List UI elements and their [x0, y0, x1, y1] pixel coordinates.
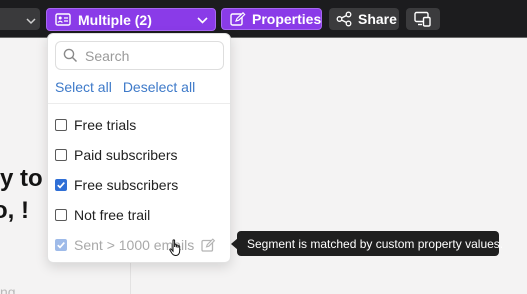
checkbox[interactable] [55, 209, 67, 221]
properties-label: Properties [252, 11, 322, 27]
id-card-icon [55, 13, 71, 26]
search-icon [63, 48, 78, 63]
search-box [55, 41, 224, 70]
segment-dropdown-panel: Select all Deselect all Free trials Paid … [47, 33, 231, 263]
share-icon [336, 11, 352, 27]
checkmark-icon [57, 242, 65, 249]
share-button[interactable]: Share [329, 8, 399, 30]
option-label: Free subscribers [74, 177, 179, 193]
segment-select-button[interactable]: Multiple (2) [46, 8, 216, 31]
previous-dropdown-button[interactable] [0, 8, 40, 30]
share-label: Share [358, 11, 397, 27]
tooltip-text: Segment is matched by custom property va… [247, 236, 504, 251]
checkbox-checked[interactable] [55, 179, 67, 191]
checkbox[interactable] [55, 119, 67, 131]
option-label: Paid subscribers [74, 147, 178, 163]
option-not-free-trail[interactable]: Not free trail [55, 206, 150, 224]
edit-icon [230, 12, 246, 26]
checkbox[interactable] [55, 149, 67, 161]
segment-select-label: Multiple (2) [78, 11, 152, 28]
search-input[interactable] [85, 47, 215, 64]
option-sent-over-1000-emails: Sent > 1000 emails [55, 236, 216, 254]
cursor-hand-icon [169, 239, 183, 262]
option-free-trials[interactable]: Free trials [55, 116, 136, 134]
background-heading-line: o, ! [0, 197, 29, 224]
select-all-link[interactable]: Select all [55, 79, 112, 95]
pencil-edit-icon[interactable] [201, 238, 216, 252]
option-free-subscribers[interactable]: Free subscribers [55, 176, 178, 194]
divider [48, 103, 230, 104]
device-icon [414, 11, 432, 27]
background-heading: y to o, ! [0, 163, 43, 227]
option-label: Free trials [74, 117, 137, 133]
background-heading-line: y to [0, 165, 43, 192]
chevron-down-icon [26, 13, 36, 31]
background-faded-text: ng [0, 284, 16, 294]
properties-button[interactable]: Properties [221, 8, 322, 30]
checkbox-checked-disabled [55, 239, 67, 251]
checkmark-icon [57, 182, 65, 189]
tooltip: Segment is matched by custom property va… [237, 231, 503, 256]
chevron-down-icon [197, 15, 208, 25]
deselect-all-link[interactable]: Deselect all [123, 79, 195, 95]
device-preview-button[interactable] [406, 8, 440, 30]
selection-links: Select all Deselect all [55, 79, 195, 95]
option-label: Not free trail [74, 207, 151, 223]
option-paid-subscribers[interactable]: Paid subscribers [55, 146, 178, 164]
